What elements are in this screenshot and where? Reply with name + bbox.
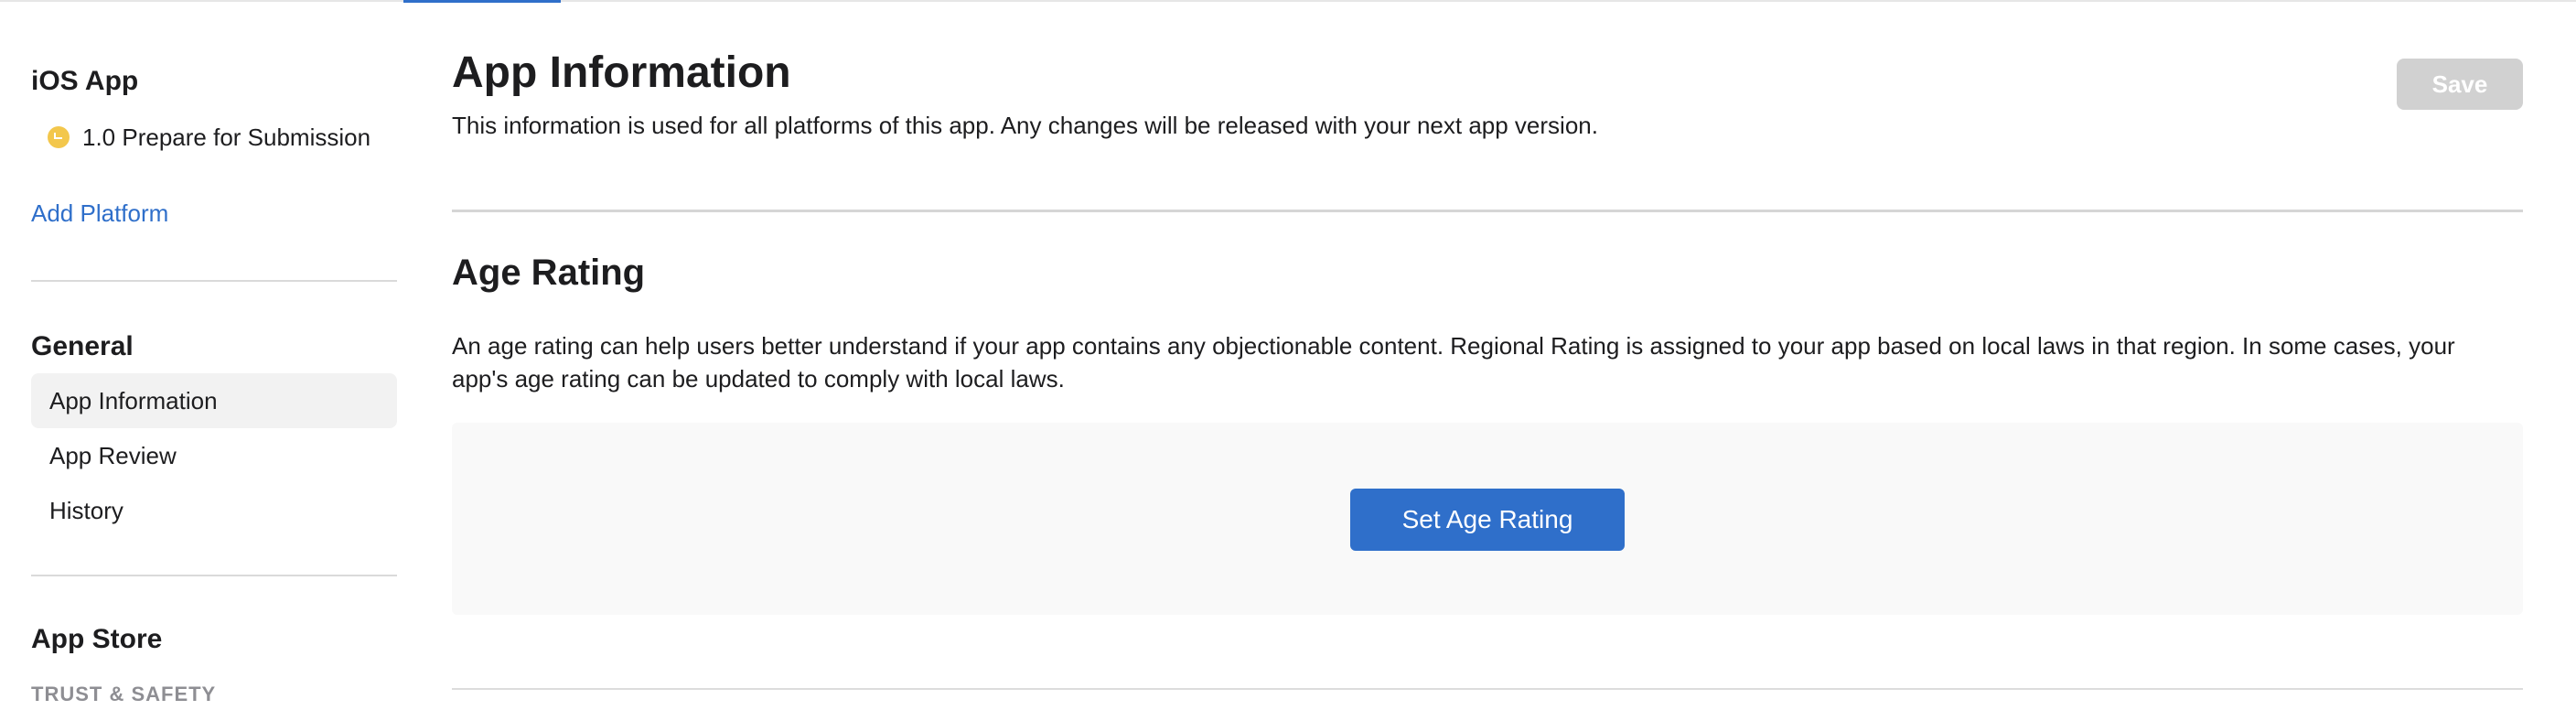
sidebar-divider bbox=[31, 575, 397, 576]
age-rating-panel: Set Age Rating bbox=[452, 423, 2523, 615]
sidebar-section-general: General bbox=[31, 331, 134, 361]
set-age-rating-button[interactable]: Set Age Rating bbox=[1350, 489, 1625, 551]
sidebar-item-label: History bbox=[49, 496, 123, 524]
sidebar-section-app-store: App Store bbox=[31, 624, 163, 654]
section-divider bbox=[452, 210, 2523, 212]
add-platform-link[interactable]: Add Platform bbox=[31, 199, 168, 228]
sidebar-divider bbox=[31, 280, 397, 282]
sidebar-item-history[interactable]: History bbox=[31, 483, 397, 538]
sidebar-item-label: App Information bbox=[49, 386, 218, 414]
section-divider bbox=[452, 688, 2523, 690]
age-rating-heading: Age Rating bbox=[452, 253, 646, 293]
sidebar-item-version[interactable]: 1.0 Prepare for Submission bbox=[48, 119, 370, 156]
clock-yellow-icon bbox=[48, 126, 70, 148]
sidebar-item-app-review[interactable]: App Review bbox=[31, 428, 397, 483]
save-button[interactable]: Save bbox=[2397, 59, 2523, 110]
sidebar-group-trust-safety: TRUST & SAFETY bbox=[31, 683, 217, 705]
age-rating-description: An age rating can help users better unde… bbox=[452, 332, 2455, 393]
main-content: App Information This information is used… bbox=[452, 0, 2523, 710]
sidebar: iOS App 1.0 Prepare for Submission Add P… bbox=[0, 0, 430, 710]
sidebar-item-version-label: 1.0 Prepare for Submission bbox=[82, 123, 371, 151]
sidebar-item-label: App Review bbox=[49, 441, 177, 469]
sidebar-section-ios-app: iOS App bbox=[31, 66, 139, 96]
sidebar-item-app-information[interactable]: App Information bbox=[31, 373, 397, 428]
page-subtitle: This information is used for all platfor… bbox=[452, 112, 1598, 139]
page-title: App Information bbox=[452, 48, 791, 97]
